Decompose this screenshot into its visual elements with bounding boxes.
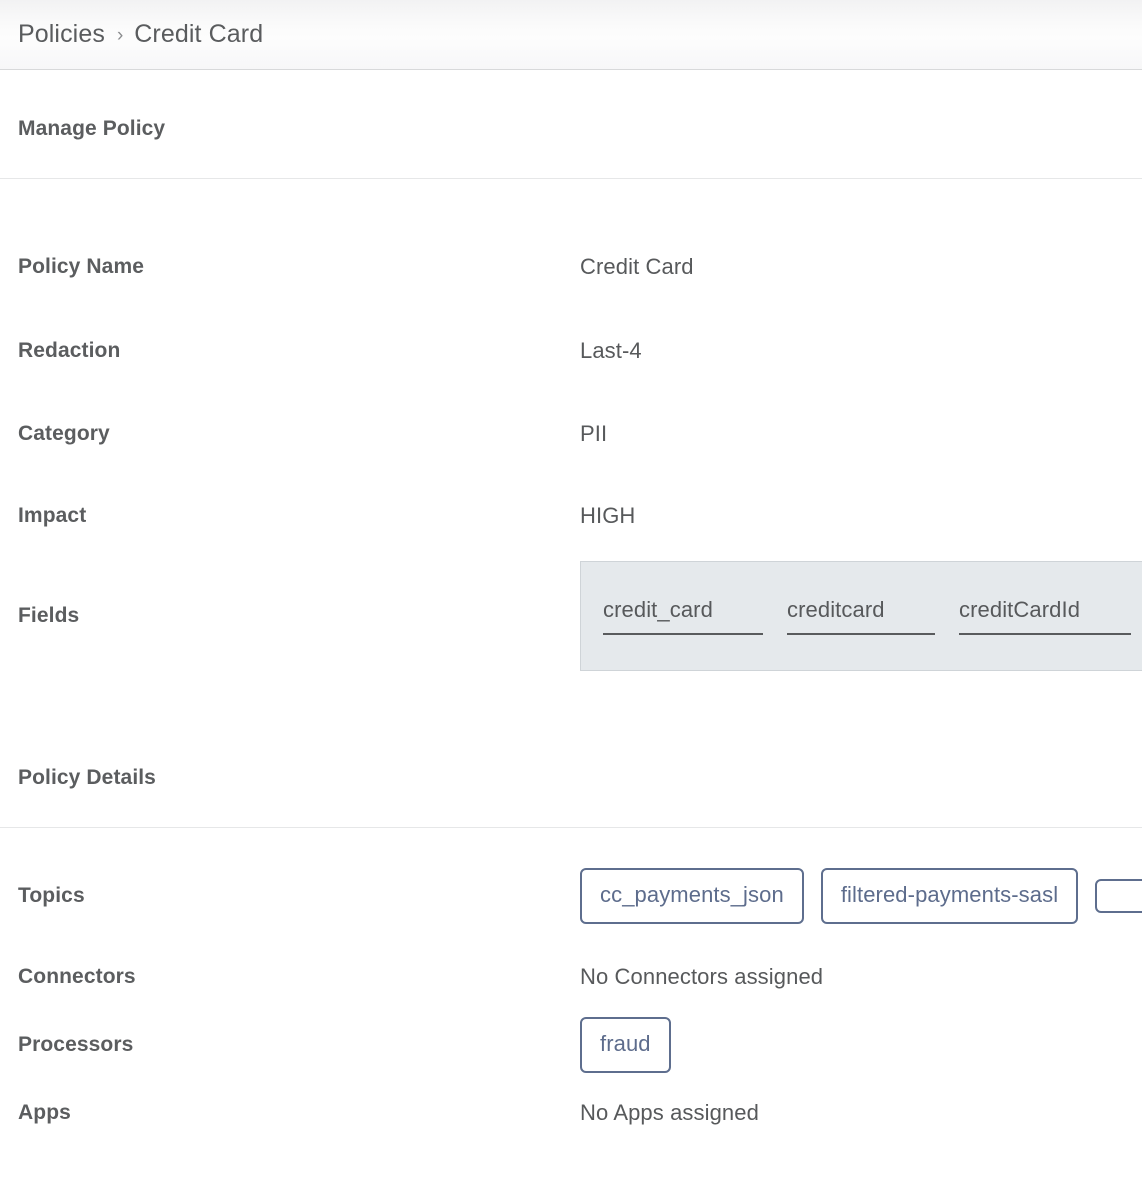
policy-details-rows: Topics cc_payments_json filtered-payment…	[0, 849, 1142, 1147]
page-content: Manage Policy Policy Name Credit Card Re…	[0, 117, 1142, 1147]
value-redaction: Last-4	[580, 338, 642, 363]
field-input-credit-card[interactable]	[603, 597, 763, 635]
label-category: Category	[18, 422, 110, 445]
row-fields: Fields	[0, 557, 1142, 675]
breadcrumb-current-credit-card: Credit Card	[134, 20, 264, 48]
row-connectors: Connectors No Connectors assigned	[0, 943, 1142, 1011]
value-apps-empty: No Apps assigned	[580, 1100, 759, 1125]
value-policy-name: Credit Card	[580, 254, 694, 279]
topic-chip[interactable]	[1095, 879, 1142, 913]
label-apps: Apps	[18, 1101, 71, 1124]
label-connectors: Connectors	[18, 965, 136, 988]
topic-chip[interactable]: cc_payments_json	[580, 868, 804, 924]
row-topics: Topics cc_payments_json filtered-payment…	[0, 849, 1142, 943]
breadcrumb-link-policies[interactable]: Policies	[18, 22, 105, 47]
row-apps: Apps No Apps assigned	[0, 1079, 1142, 1147]
value-impact: HIGH	[580, 503, 636, 528]
chevron-right-icon: ›	[116, 25, 124, 46]
manage-policy-heading: Manage Policy	[18, 117, 166, 140]
row-redaction: Redaction Last-4	[0, 309, 1142, 393]
value-category: PII	[580, 421, 608, 446]
fields-editor-box	[580, 561, 1142, 671]
row-impact: Impact HIGH	[0, 475, 1142, 557]
row-processors: Processors fraud	[0, 1011, 1142, 1079]
field-input-creditcardid[interactable]	[959, 597, 1131, 635]
topic-chip[interactable]: filtered-payments-sasl	[820, 868, 1079, 924]
label-redaction: Redaction	[18, 339, 121, 362]
processor-chip[interactable]: fraud	[580, 1017, 671, 1073]
row-policy-name: Policy Name Credit Card	[0, 225, 1142, 309]
topics-chip-list: cc_payments_json filtered-payments-sasl	[580, 868, 1142, 924]
manage-policy-divider	[0, 178, 1142, 179]
label-processors: Processors	[18, 1033, 134, 1056]
field-input-creditcard[interactable]	[787, 597, 935, 635]
label-policy-name: Policy Name	[18, 255, 144, 278]
label-impact: Impact	[18, 504, 87, 527]
row-category: Category PII	[0, 393, 1142, 475]
label-topics: Topics	[18, 884, 85, 907]
value-connectors-empty: No Connectors assigned	[580, 964, 824, 989]
policy-details-heading: Policy Details	[18, 766, 156, 789]
label-fields: Fields	[18, 604, 80, 627]
processors-chip-list: fraud	[580, 1017, 671, 1073]
manage-policy-rows: Policy Name Credit Card Redaction Last-4…	[0, 225, 1142, 675]
policy-details-divider	[0, 827, 1142, 828]
breadcrumb: Policies › Credit Card	[0, 0, 1142, 70]
